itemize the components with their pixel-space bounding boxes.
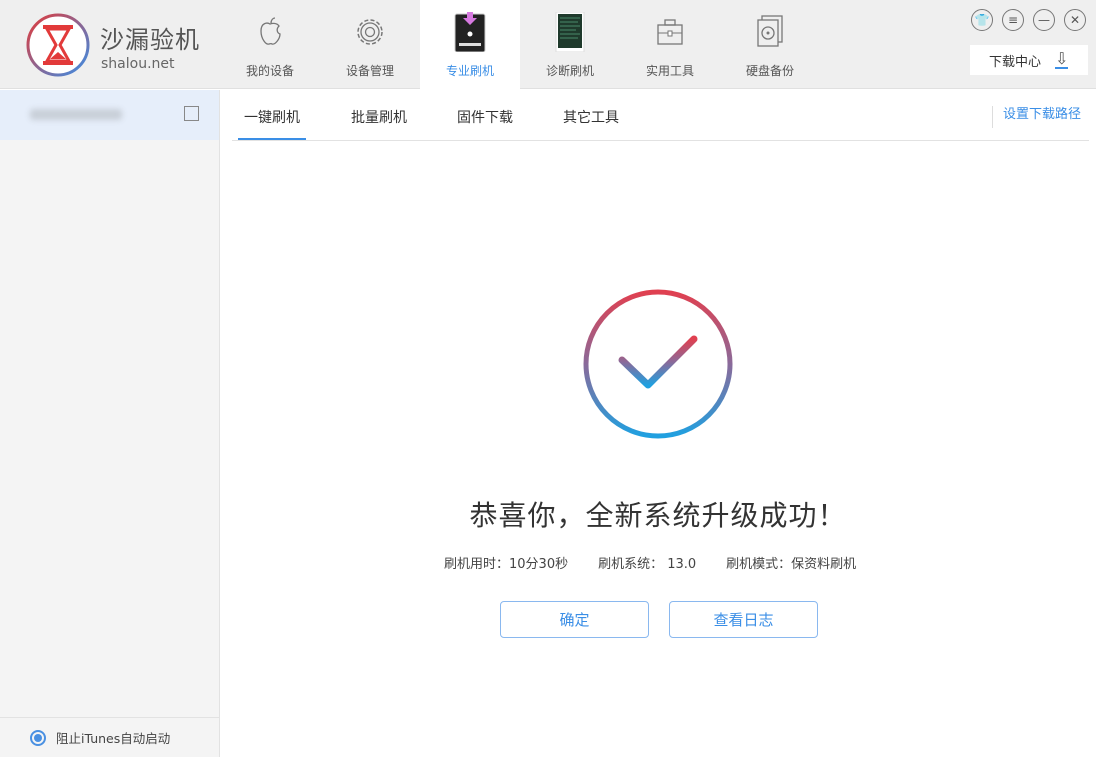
block-itunes-label: 阻止iTunes自动启动 (56, 728, 170, 747)
disk-backup-icon (750, 12, 790, 52)
download-center-label: 下载中心 (989, 51, 1041, 70)
sidebar: 阻止iTunes自动启动 (0, 90, 220, 757)
tab-bar: 一键刷机 批量刷机 固件下载 其它工具 设置下载路径 (232, 90, 1089, 141)
radio-checked[interactable] (30, 730, 46, 746)
flash-system: 刷机系统： 13.0 (598, 553, 696, 572)
nav-label: 我的设备 (220, 62, 320, 79)
minimize-icon[interactable]: — (1033, 9, 1055, 31)
gear-icon (350, 12, 390, 52)
success-title: 恭喜你，全新系统升级成功！ (220, 494, 1096, 534)
nav-label: 实用工具 (620, 62, 720, 79)
success-check-icon (582, 288, 734, 440)
skin-icon[interactable]: 👕 (971, 9, 993, 31)
nav-pro-flash[interactable]: 专业刷机 (420, 0, 520, 89)
view-log-button[interactable]: 查看日志 (669, 601, 818, 638)
nav-device-manage[interactable]: 设备管理 (320, 0, 420, 89)
toolbox-icon (650, 12, 690, 52)
nav-my-device[interactable]: 我的设备 (220, 0, 320, 89)
tab-other-tools[interactable]: 其它工具 (563, 107, 619, 127)
menu-icon[interactable]: ≡ (1002, 9, 1024, 31)
download-icon: ⇩ (1055, 51, 1068, 69)
hourglass-logo-icon (25, 12, 91, 78)
tab-one-click-flash[interactable]: 一键刷机 (244, 107, 300, 127)
device-name-blurred (30, 109, 122, 120)
download-center-button[interactable]: 下载中心 ⇩ (970, 45, 1088, 75)
nav-label: 诊断刷机 (520, 62, 620, 79)
main-nav: 我的设备 设备管理 专业刷机 诊断刷机 实用工具 硬盘备份 (220, 0, 820, 89)
nav-tools[interactable]: 实用工具 (620, 0, 720, 89)
nav-disk-backup[interactable]: 硬盘备份 (720, 0, 820, 89)
close-icon[interactable]: ✕ (1064, 9, 1086, 31)
app-name: 沙漏验机 (100, 20, 200, 55)
nav-label: 设备管理 (320, 62, 420, 79)
flash-mode: 刷机模式：保资料刷机 (726, 553, 856, 572)
nav-diagnose-flash[interactable]: 诊断刷机 (520, 0, 620, 89)
nav-label: 硬盘备份 (720, 62, 820, 79)
block-itunes-option[interactable]: 阻止iTunes自动启动 (0, 717, 219, 757)
app-site: shalou.net (101, 56, 175, 72)
tab-firmware-download[interactable]: 固件下载 (457, 107, 513, 127)
tab-batch-flash[interactable]: 批量刷机 (351, 107, 407, 127)
flash-time: 刷机用时：10分30秒 (444, 553, 568, 572)
flash-device-icon (450, 12, 490, 52)
header: 沙漏验机 shalou.net 我的设备 设备管理 专业刷机 诊断刷机 实用工具… (0, 0, 1096, 89)
edit-icon[interactable] (184, 106, 199, 121)
flash-info: 刷机用时：10分30秒 刷机系统： 13.0 刷机模式：保资料刷机 (444, 553, 856, 572)
apple-icon (250, 12, 290, 52)
set-download-path-link[interactable]: 设置下载路径 (992, 106, 1081, 128)
device-item[interactable] (0, 90, 219, 140)
confirm-button[interactable]: 确定 (500, 601, 649, 638)
window-controls: 👕 ≡ — ✕ (971, 9, 1086, 31)
diagnose-icon (550, 12, 590, 52)
nav-label: 专业刷机 (420, 62, 520, 79)
